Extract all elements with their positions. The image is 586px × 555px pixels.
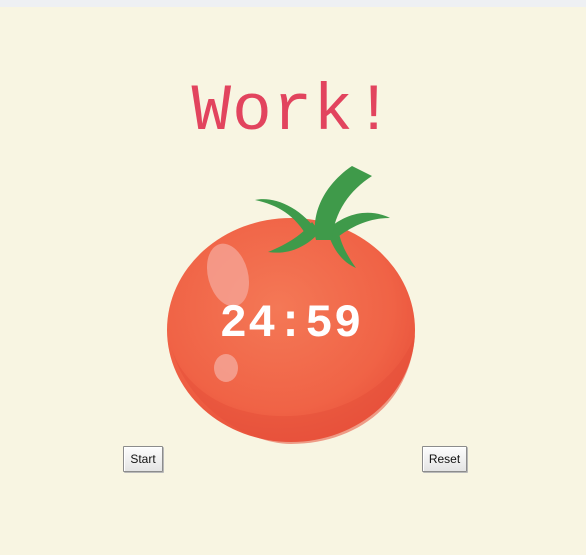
start-button[interactable]: Start xyxy=(123,446,163,472)
status-title: Work! xyxy=(191,74,395,149)
window-top-strip xyxy=(0,0,586,7)
reset-button[interactable]: Reset xyxy=(422,446,467,472)
tomato-highlight-small xyxy=(214,354,238,382)
timer-display: 24:59 xyxy=(219,298,363,350)
